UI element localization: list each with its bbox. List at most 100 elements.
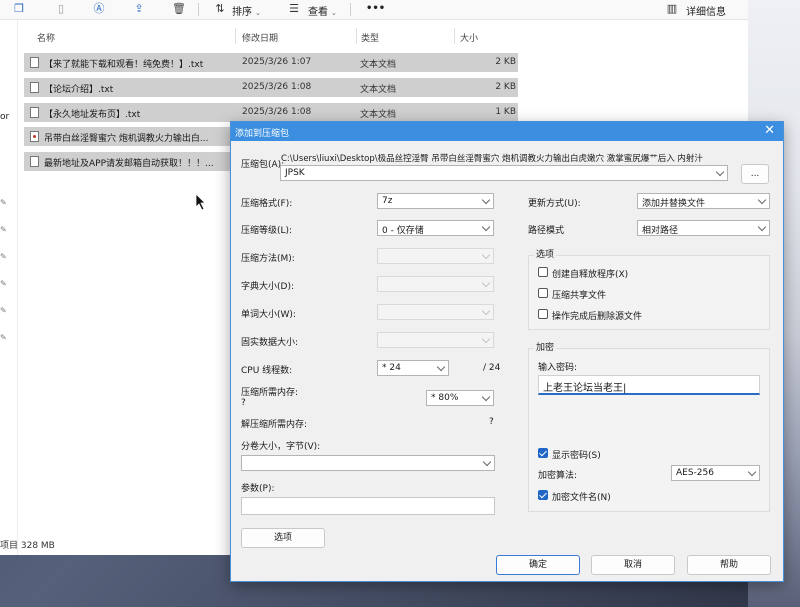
pin-icon: ✎ [0, 306, 7, 315]
archive-path-value: JPSK [285, 168, 305, 178]
sort-icon: ⇅ [215, 2, 225, 15]
shared-files-checkbox[interactable] [538, 288, 548, 298]
text-file-icon [30, 156, 39, 167]
level-select[interactable]: 0 - 仅存储 [377, 220, 494, 236]
shared-files-label[interactable]: 压缩共享文件 [552, 288, 606, 301]
file-date: 2025/3/26 1:08 [242, 82, 312, 92]
file-row[interactable]: 【来了就能下载和观看！纯免费！】.txt 2025/3/26 1:07 文本文档… [24, 53, 518, 72]
chevron-down-icon [482, 457, 492, 467]
more-options-button[interactable]: ••• [366, 3, 385, 14]
column-header-name[interactable]: 名称 [37, 28, 55, 44]
decompress-memory-label: 解压缩所需内存: [241, 420, 308, 430]
options-button[interactable]: 选项 [241, 528, 325, 548]
decompress-memory-question: ? [489, 417, 494, 427]
details-button[interactable]: 详细信息 [686, 3, 726, 18]
options-group-title: 选项 [534, 247, 557, 260]
navigation-pane: or ✎ ✎ ✎ ✎ ✎ ✎ [0, 20, 18, 555]
params-label: 参数(P): [241, 484, 275, 494]
column-header-type[interactable]: 类型 [361, 28, 379, 44]
delete-after-checkbox[interactable] [538, 309, 548, 319]
password-input[interactable]: 上老王论坛当老王| [538, 375, 760, 395]
delete-icon[interactable]: 🗑 [172, 2, 186, 16]
cancel-button[interactable]: 取消 [591, 555, 675, 575]
encryption-group-title: 加密 [534, 340, 557, 353]
update-mode-select[interactable]: 添加并替换文件 [637, 193, 770, 209]
sort-button[interactable]: 排序 ⌄ [232, 3, 261, 18]
dict-select [377, 276, 494, 292]
cpu-threads-select[interactable]: * 24 [377, 360, 449, 376]
show-password-label[interactable]: 显示密码(S) [552, 448, 601, 461]
file-name: 吊带白丝淫臀蜜穴 炮机调教火力输出白... [44, 134, 209, 144]
column-divider[interactable] [454, 28, 455, 44]
browse-button[interactable]: ... [741, 164, 769, 184]
volume-select[interactable] [241, 455, 495, 471]
dialog-titlebar[interactable]: 添加到压缩包 ✕ [231, 122, 783, 141]
rename-icon[interactable]: Ⓐ [92, 2, 106, 16]
file-name: 【论坛介绍】.txt [44, 85, 114, 95]
close-icon[interactable]: ✕ [764, 123, 775, 139]
file-size: 2 KB [495, 82, 516, 92]
format-value: 7z [382, 196, 393, 206]
format-label: 压缩格式(F): [241, 199, 293, 209]
file-name: 【永久地址发布页】.txt [44, 110, 141, 120]
level-value: 0 - 仅存储 [382, 226, 424, 236]
cpu-total: / 24 [483, 363, 501, 373]
level-label: 压缩等级(L): [241, 226, 293, 236]
view-button[interactable]: 查看 ⌄ [308, 3, 337, 18]
file-row[interactable]: 【永久地址发布页】.txt 2025/3/26 1:08 文本文档 1 KB [24, 103, 518, 122]
text-file-icon [30, 82, 39, 93]
volume-label: 分卷大小，字节(V): [241, 442, 321, 452]
toolbar-divider [350, 3, 351, 16]
path-mode-select[interactable]: 相对路径 [637, 220, 770, 236]
sfx-label[interactable]: 创建自释放程序(X) [552, 267, 628, 280]
copy-icon[interactable]: ❐ [12, 2, 26, 16]
cpu-label: CPU 线程数: [241, 366, 293, 376]
delete-after-label[interactable]: 操作完成后删除源文件 [552, 309, 642, 322]
archive-label: 压缩包(A): [241, 160, 285, 170]
chevron-down-icon [715, 167, 725, 177]
encrypt-names-checkbox[interactable] [538, 490, 548, 500]
column-header-date[interactable]: 修改日期 [242, 28, 278, 44]
memory-value: * 80% [431, 393, 459, 403]
mouse-cursor-icon [195, 193, 206, 211]
memory-select[interactable]: * 80% [426, 390, 494, 406]
column-header-size[interactable]: 大小 [460, 28, 478, 44]
pin-icon: ✎ [0, 333, 7, 342]
chevron-down-icon [481, 250, 491, 260]
chevron-down-icon: ⌄ [255, 9, 261, 17]
pin-icon: ✎ [0, 279, 7, 288]
media-file-icon [30, 131, 39, 142]
help-button[interactable]: 帮助 [687, 555, 771, 575]
archive-path-text: C:\Users\liuxi\Desktop\极品丝控淫臀 吊带白丝淫臀蜜穴 炮… [281, 154, 703, 164]
column-divider[interactable] [235, 28, 236, 44]
chevron-down-icon [481, 306, 491, 316]
solid-label: 固实数据大小: [241, 338, 299, 348]
cpu-threads-value: * 24 [382, 363, 401, 373]
chevron-down-icon [481, 334, 491, 344]
column-divider[interactable] [356, 28, 357, 44]
encryption-method-select[interactable]: AES-256 [671, 465, 760, 481]
pin-icon: ✎ [0, 198, 7, 207]
file-name: 【来了就能下载和观看！纯免费！】.txt [44, 60, 204, 70]
path-mode-label: 路径模式 [528, 226, 565, 236]
file-row[interactable]: 【论坛介绍】.txt 2025/3/26 1:08 文本文档 2 KB [24, 78, 518, 97]
word-label: 单词大小(W): [241, 310, 296, 320]
view-label: 查看 [308, 7, 328, 18]
path-mode-value: 相对路径 [642, 226, 679, 236]
sfx-checkbox[interactable] [538, 267, 548, 277]
file-date: 2025/3/26 1:08 [242, 107, 312, 117]
params-input[interactable] [241, 497, 495, 515]
share-icon[interactable]: ⇪ [132, 2, 146, 16]
chevron-down-icon [757, 222, 767, 232]
chevron-down-icon [436, 362, 446, 372]
chevron-down-icon [481, 222, 491, 232]
paste-icon[interactable]: ▯ [54, 2, 68, 16]
format-select[interactable]: 7z [377, 193, 494, 209]
nav-item-label[interactable]: or [0, 112, 9, 122]
chevron-down-icon [757, 195, 767, 205]
encrypt-names-label[interactable]: 加密文件名(N) [552, 490, 611, 503]
archive-path-combo[interactable]: JPSK [280, 165, 728, 181]
show-password-checkbox[interactable] [538, 448, 548, 458]
file-type: 文本文档 [360, 85, 397, 95]
ok-button[interactable]: 确定 [496, 555, 580, 575]
